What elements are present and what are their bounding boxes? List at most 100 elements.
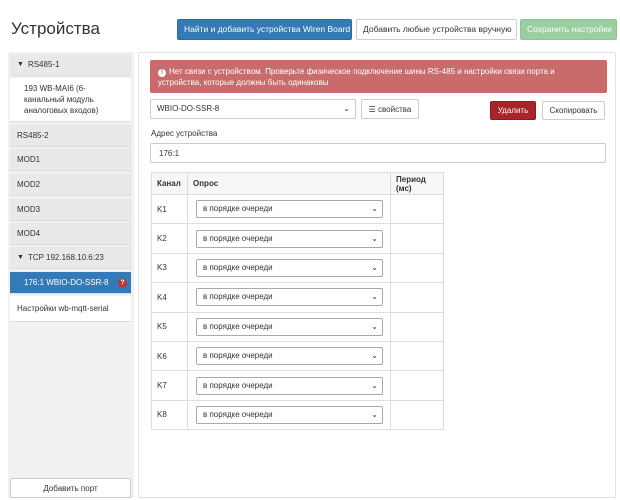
delete-button[interactable]: Удалить [490,101,536,120]
properties-label: свойства [378,104,412,114]
sidebar-item-label: 176:1 WBIO-DO-SSR-8 [24,278,109,287]
page-title: Устройства [11,19,100,38]
table-row: K7 в порядке очереди ⌄ [151,370,444,401]
poll-mode-select[interactable]: в порядке очереди ⌄ [196,200,383,219]
sidebar-item-wbio-do-ssr-8[interactable]: 176:1 WBIO-DO-SSR-8 ? [10,272,131,294]
period-cell [390,370,444,401]
poll-cell: в порядке очереди ⌄ [187,252,391,284]
poll-mode-value: в порядке очереди [203,409,273,419]
chevron-down-icon: ▼ [17,254,24,261]
chevron-down-icon: ⌄ [371,380,378,390]
device-type-select[interactable]: WBIO-DO-SSR-8 ⌄ [150,99,356,119]
sidebar-item-mqtt-serial-settings[interactable]: Настройки wb-mqtt-serial [10,296,131,322]
channel-name: K5 [151,311,188,342]
sidebar-item-label: Настройки wb-mqtt-serial [17,304,109,313]
error-icon: ? [118,278,127,287]
poll-cell: в порядке очереди ⌄ [187,340,391,372]
poll-mode-select[interactable]: в порядке очереди ⌄ [196,317,383,336]
sidebar-item-label: MOD2 [17,180,41,189]
poll-mode-value: в порядке очереди [203,262,273,272]
poll-mode-value: в порядке очереди [203,292,273,302]
header-period: Период (мс) [390,172,444,195]
period-cell [390,282,444,313]
channel-name: K2 [151,223,188,254]
period-cell [390,340,444,372]
period-cell [390,311,444,342]
channel-name: K1 [151,193,188,225]
poll-mode-value: в порядке очереди [203,321,273,331]
period-cell [390,252,444,284]
channel-name: K7 [151,370,188,401]
table-row: K5 в порядке очереди ⌄ [151,311,444,342]
save-settings-button[interactable]: Сохранить настройки [520,19,617,40]
poll-mode-value: в порядке очереди [203,380,273,390]
channel-name: K8 [151,399,188,431]
poll-mode-select[interactable]: в порядке очереди ⌄ [196,229,383,248]
sidebar-item-label: RS485-2 [17,131,49,140]
error-alert: ! Нет связи с устройством. Проверьте физи… [150,60,607,93]
channel-name: K4 [151,282,188,313]
poll-cell: в порядке очереди ⌄ [187,193,391,225]
alert-text: Нет связи с устройством. Проверьте физич… [158,67,555,87]
sidebar-item-tcp[interactable]: ▼ TCP 192.168.10.6:23 [10,247,131,269]
list-icon: ☰ [368,104,376,114]
add-manual-button[interactable]: Добавить любые устройства вручную [356,19,517,40]
poll-mode-select[interactable]: в порядке очереди ⌄ [196,258,383,277]
poll-mode-select[interactable]: в порядке очереди ⌄ [196,288,383,307]
period-cell [390,223,444,254]
sidebar-item-mod1[interactable]: MOD1 [10,149,131,171]
poll-cell: в порядке очереди ⌄ [187,282,391,313]
sidebar-item-rs485-2[interactable]: RS485-2 [10,125,131,147]
find-devices-button[interactable]: Найти и добавить устройства Wiren Board [177,19,352,40]
sidebar-item-label: RS485-1 [27,60,60,69]
device-type-value: WBIO-DO-SSR-8 [157,104,220,113]
properties-button[interactable]: ☰ свойства [361,99,419,119]
table-header-row: Канал Опрос Период (мс) [151,172,444,195]
sidebar-item-label: MOD3 [17,205,41,214]
sidebar-item-label: MOD1 [17,155,41,164]
address-label: Адрес устройства [151,129,218,138]
period-cell [390,399,444,431]
address-input[interactable] [150,143,606,163]
header-poll: Опрос [187,172,391,195]
sidebar-item-label: MOD4 [17,229,41,238]
header-channel: Канал [151,172,188,195]
sidebar-item-mod3[interactable]: MOD3 [10,199,131,221]
exclamation-icon: ! [158,69,166,77]
poll-mode-value: в порядке очереди [203,204,273,214]
chevron-down-icon: ⌄ [371,321,378,331]
table-row: K2 в порядке очереди ⌄ [151,223,444,254]
chevron-down-icon: ⌄ [371,262,378,272]
channel-name: K6 [151,340,188,372]
poll-cell: в порядке очереди ⌄ [187,223,391,254]
poll-mode-select[interactable]: в порядке очереди ⌄ [196,376,383,395]
chevron-down-icon: ⌄ [371,204,378,214]
channels-table: Канал Опрос Период (мс) K1 в порядке очер… [151,172,444,431]
table-row: K6 в порядке очереди ⌄ [151,340,444,372]
poll-cell: в порядке очереди ⌄ [187,399,391,431]
table-row: K3 в порядке очереди ⌄ [151,252,444,284]
chevron-down-icon: ⌄ [371,409,378,419]
add-port-button[interactable]: Добавить порт [10,478,131,498]
sidebar-item-wb-mai6[interactable]: 193 WB-MAI6 (6-канальный модуль аналогов… [10,78,131,122]
sidebar-item-rs485-1[interactable]: ▼ RS485-1 [10,54,131,76]
poll-mode-select[interactable]: в порядке очереди ⌄ [196,405,383,424]
poll-cell: в порядке очереди ⌄ [187,311,391,342]
sidebar-item-label: 193 WB-MAI6 (6-канальный модуль аналогов… [24,84,99,115]
chevron-down-icon: ⌄ [343,104,350,113]
copy-button[interactable]: Скопировать [542,101,605,120]
sidebar-item-label: TCP 192.168.10.6:23 [27,253,104,262]
poll-mode-value: в порядке очереди [203,351,273,361]
sidebar-item-mod2[interactable]: MOD2 [10,174,131,196]
chevron-down-icon: ⌄ [371,233,378,243]
poll-cell: в порядке очереди ⌄ [187,370,391,401]
sidebar-item-mod4[interactable]: MOD4 [10,223,131,245]
table-row: K4 в порядке очереди ⌄ [151,282,444,313]
channel-name: K3 [151,252,188,284]
table-row: K8 в порядке очереди ⌄ [151,399,444,431]
chevron-down-icon: ⌄ [371,292,378,302]
poll-mode-value: в порядке очереди [203,233,273,243]
chevron-down-icon: ▼ [17,61,24,68]
table-row: K1 в порядке очереди ⌄ [151,193,444,225]
poll-mode-select[interactable]: в порядке очереди ⌄ [196,347,383,366]
